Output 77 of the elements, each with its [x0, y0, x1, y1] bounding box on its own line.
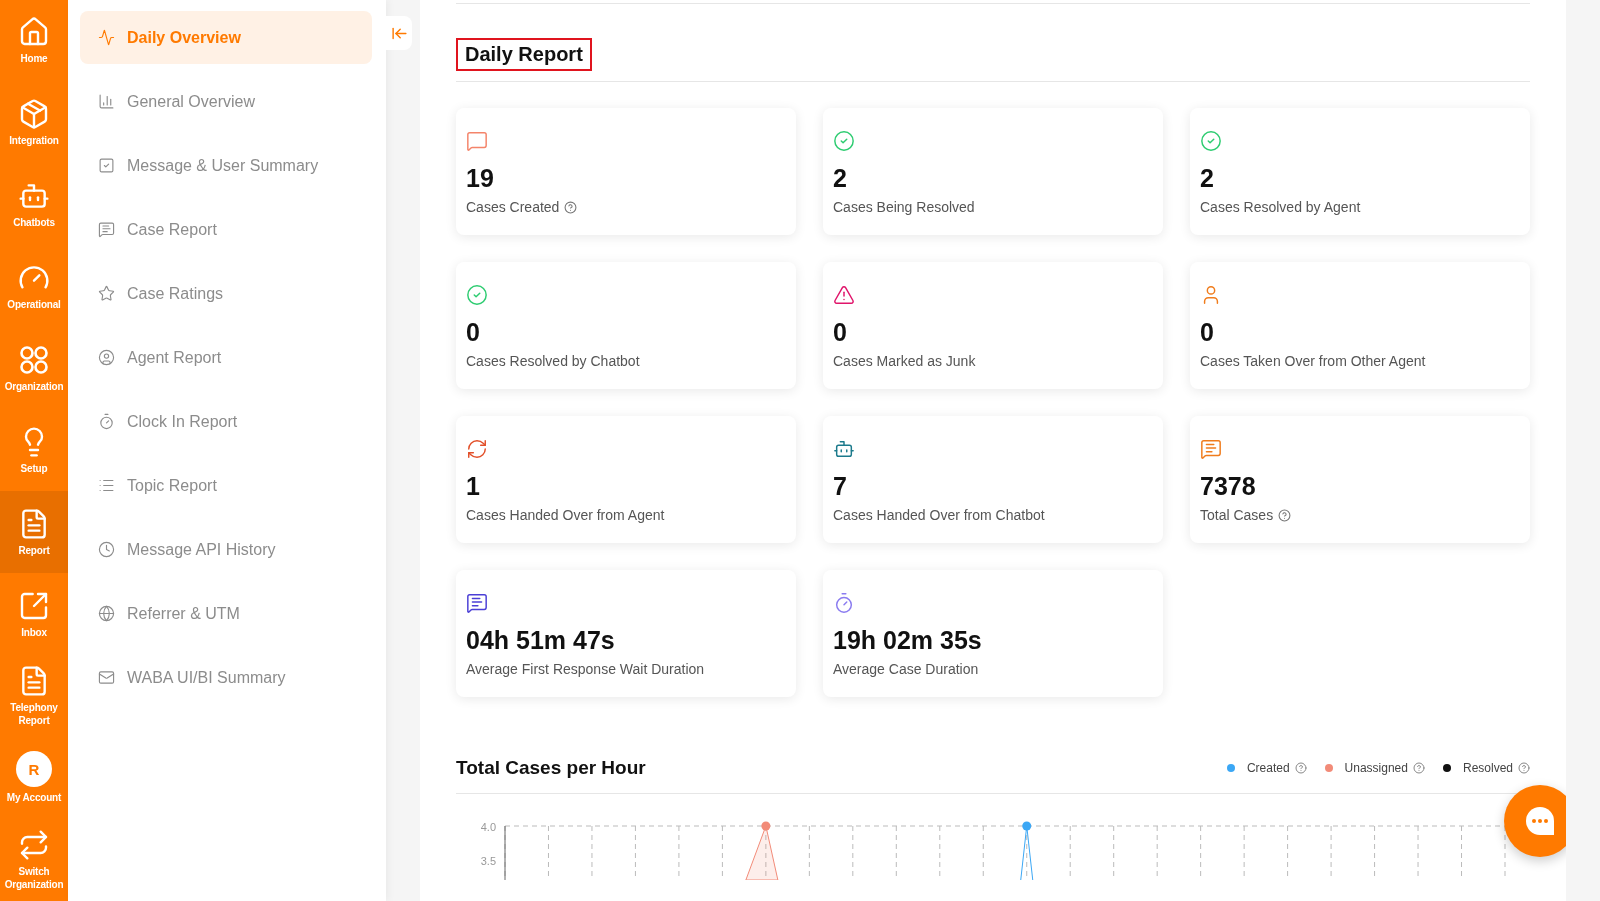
swap-icon — [18, 829, 50, 861]
submenu-item[interactable]: Agent Report — [80, 331, 372, 384]
star-icon — [98, 285, 115, 302]
stat-label: Cases Taken Over from Other Agent — [1200, 353, 1426, 369]
y-axis — [504, 825, 506, 880]
list-icon — [98, 477, 115, 494]
mail-icon — [98, 669, 115, 686]
stat-label: Cases Resolved by Agent — [1200, 199, 1361, 215]
stat-label: Cases Resolved by Chatbot — [466, 353, 640, 369]
rail-item[interactable]: Setup — [0, 409, 68, 492]
stat-value: 0 — [1200, 318, 1214, 347]
rail-item[interactable]: Telephony Report — [0, 655, 68, 738]
submenu-item[interactable]: Case Ratings — [80, 267, 372, 320]
stat-value: 0 — [833, 318, 847, 347]
timer-icon — [98, 413, 115, 430]
stat-value: 7 — [833, 472, 847, 501]
stat-label: Cases Handed Over from Agent — [466, 507, 665, 523]
legend-label: Created — [1246, 761, 1290, 775]
help-icon[interactable] — [1412, 762, 1425, 774]
rail-item[interactable]: Operational — [0, 245, 68, 328]
stat-value: 7378 — [1200, 472, 1256, 501]
check-square-icon — [98, 157, 115, 174]
help-icon[interactable] — [1294, 762, 1307, 774]
stat-value: 1 — [466, 472, 480, 501]
rail-item[interactable]: Report — [0, 491, 68, 574]
clock-icon — [98, 541, 115, 558]
legend-label: Unassigned — [1344, 761, 1408, 775]
submenu-item[interactable]: WABA UI/BI Summary — [80, 651, 372, 704]
collapse-button[interactable] — [386, 16, 412, 50]
submenu-item[interactable]: Clock In Report — [80, 395, 372, 448]
stat-label: Total Cases — [1200, 507, 1274, 523]
axis-tick-label: 3.5 — [480, 854, 496, 868]
submenu-item[interactable]: Topic Report — [80, 459, 372, 512]
stat-label: Cases Created — [466, 199, 560, 215]
rail-item[interactable]: Integration — [0, 81, 68, 164]
help-icon[interactable] — [1518, 762, 1530, 774]
stat-label: Average Case Duration — [833, 661, 979, 677]
legend-label: Resolved — [1462, 761, 1513, 775]
pulse-icon — [98, 29, 115, 46]
user-circle-icon — [98, 349, 115, 366]
chat-bubble-icon — [1523, 804, 1557, 838]
submenu-item[interactable]: Daily Overview — [80, 11, 372, 64]
data-point — [761, 821, 771, 831]
stat-label: Cases Handed Over from Chatbot — [833, 507, 1045, 523]
stat-label: Cases Marked as Junk — [833, 353, 976, 369]
circles-icon — [18, 343, 50, 376]
help-icon[interactable] — [1278, 508, 1292, 522]
rail-item[interactable]: Switch Organization — [0, 819, 68, 901]
rail-item[interactable]: Inbox — [0, 573, 68, 656]
axis-tick-label: 4.0 — [480, 820, 496, 834]
help-icon[interactable] — [564, 200, 578, 214]
package-icon — [18, 98, 50, 131]
rail-item[interactable]: R My Account — [0, 737, 68, 820]
rail-item[interactable]: Home — [0, 0, 68, 82]
stat-value: 2 — [833, 164, 847, 193]
stat-value: 19 — [466, 164, 494, 193]
submenu-item[interactable]: Case Report — [80, 203, 372, 256]
submenu-item[interactable]: Message API History — [80, 523, 372, 576]
page-title: Daily Report — [456, 38, 592, 71]
message-icon — [98, 221, 115, 238]
stat-value: 04h 51m 47s — [466, 626, 615, 655]
data-point — [1022, 821, 1032, 831]
submenu-item[interactable]: Referrer & UTM — [80, 587, 372, 640]
chat-button[interactable] — [1504, 785, 1566, 857]
rail-item[interactable]: Chatbots — [0, 163, 68, 246]
submenu-item[interactable]: Message & User Summary — [80, 139, 372, 192]
stat-value: 19h 02m 35s — [833, 626, 982, 655]
section-title: Total Cases per Hour — [456, 757, 646, 779]
globe-icon — [98, 605, 115, 622]
stat-value: 0 — [466, 318, 480, 347]
avatar: R — [16, 751, 52, 788]
rail-item[interactable]: Organization — [0, 327, 68, 410]
stat-value: 2 — [1200, 164, 1214, 193]
stat-label: Cases Being Resolved — [833, 199, 975, 215]
submenu-item[interactable]: General Overview — [80, 75, 372, 128]
bar-chart-icon — [98, 93, 115, 110]
stat-label: Average First Response Wait Duration — [466, 661, 705, 677]
